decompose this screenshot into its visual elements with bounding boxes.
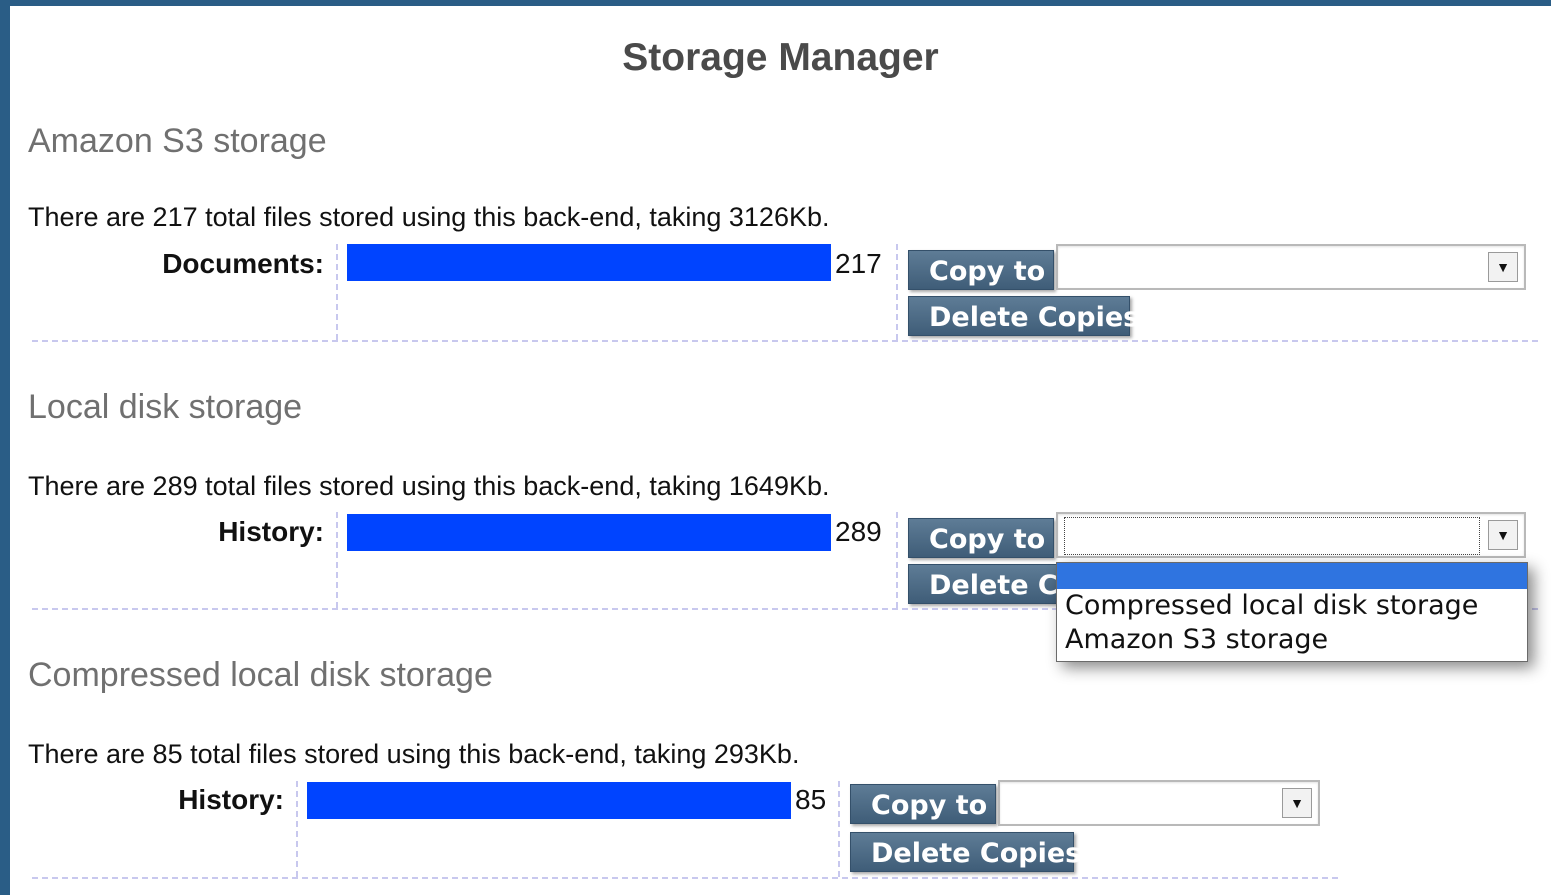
section-divider bbox=[32, 877, 1338, 879]
file-count: 85 bbox=[795, 784, 827, 815]
copy-target-select[interactable]: ▼ bbox=[1056, 244, 1526, 290]
dropdown-option-blank[interactable] bbox=[1057, 563, 1527, 589]
divider bbox=[336, 244, 338, 340]
section-title: Local disk storage bbox=[28, 388, 303, 426]
usage-bar bbox=[307, 782, 791, 819]
divider bbox=[896, 512, 898, 608]
divider bbox=[296, 781, 298, 877]
chevron-down-icon[interactable]: ▼ bbox=[1488, 252, 1518, 282]
dropdown-option-amazon-s3[interactable]: Amazon S3 storage bbox=[1057, 623, 1527, 657]
section-title: Compressed local disk storage bbox=[28, 656, 493, 694]
copy-to-button[interactable]: Copy to bbox=[908, 250, 1054, 290]
section-description: There are 289 total files stored using t… bbox=[28, 471, 830, 501]
divider bbox=[336, 512, 338, 608]
copy-target-select[interactable]: ▼ bbox=[1056, 512, 1526, 558]
copy-to-button[interactable]: Copy to bbox=[908, 518, 1054, 558]
delete-copies-button[interactable]: Delete Copies bbox=[908, 296, 1139, 336]
copy-target-select[interactable]: ▼ bbox=[998, 780, 1320, 826]
copy-target-dropdown-menu: Compressed local disk storage Amazon S3 … bbox=[1056, 562, 1528, 662]
chevron-down-icon[interactable]: ▼ bbox=[1282, 788, 1312, 818]
row-label: History: bbox=[218, 516, 324, 547]
file-count: 217 bbox=[835, 248, 882, 279]
section-description: There are 85 total files stored using th… bbox=[28, 739, 800, 769]
chevron-down-icon[interactable]: ▼ bbox=[1488, 520, 1518, 550]
row-label: Documents: bbox=[162, 248, 324, 279]
page-title: Storage Manager bbox=[622, 36, 939, 79]
focus-ring bbox=[1064, 517, 1480, 555]
divider bbox=[896, 244, 898, 340]
dropdown-option-compressed-local-disk[interactable]: Compressed local disk storage bbox=[1057, 589, 1527, 623]
storage-manager-page: Storage Manager Amazon S3 storage There … bbox=[10, 6, 1551, 895]
section-description: There are 217 total files stored using t… bbox=[28, 202, 830, 232]
usage-bar bbox=[347, 514, 831, 551]
divider bbox=[838, 781, 840, 877]
row-label: History: bbox=[178, 784, 284, 815]
section-divider bbox=[32, 340, 1538, 342]
file-count: 289 bbox=[835, 516, 882, 547]
section-title: Amazon S3 storage bbox=[28, 122, 327, 160]
copy-to-button[interactable]: Copy to bbox=[850, 784, 996, 824]
delete-copies-button[interactable]: Delete Copies bbox=[850, 832, 1081, 872]
usage-bar bbox=[347, 244, 831, 281]
